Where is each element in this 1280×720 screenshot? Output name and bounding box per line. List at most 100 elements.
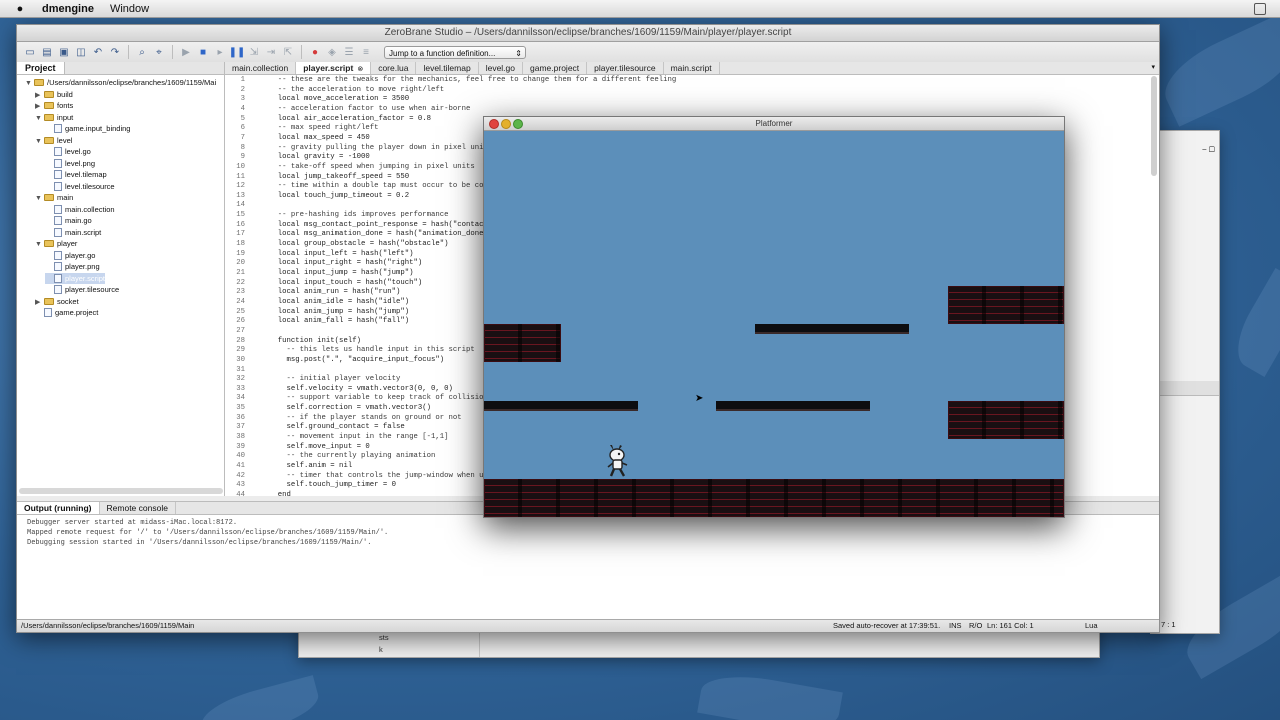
tree-file[interactable]: player.tilesource xyxy=(45,284,119,295)
variables-icon[interactable]: ≡ xyxy=(359,45,373,59)
apple-icon[interactable]: ● xyxy=(12,3,28,15)
close-tab-icon[interactable]: ⊗ xyxy=(357,66,363,73)
pause-icon[interactable]: ❚❚ xyxy=(229,45,246,59)
code-line[interactable]: -- the currently playing animation xyxy=(269,452,436,460)
game-canvas[interactable]: ➤ xyxy=(484,131,1064,517)
find-icon[interactable]: ⌕ xyxy=(135,45,149,59)
replace-icon[interactable]: ⌖ xyxy=(152,45,166,59)
editor-tab[interactable]: level.go xyxy=(479,62,524,74)
step-into-icon[interactable]: ⇲ xyxy=(247,45,261,59)
editor-scrollbar[interactable] xyxy=(1151,76,1157,176)
editor-tab[interactable]: game.project xyxy=(523,62,588,74)
editor-tab[interactable]: level.tilemap xyxy=(416,62,479,74)
stop-icon[interactable]: ■ xyxy=(196,45,210,59)
tree-file[interactable]: player.go xyxy=(45,250,95,261)
new-file-icon[interactable]: ▭ xyxy=(23,45,37,59)
jump-to-function-select[interactable]: Jump to a function definition... xyxy=(384,45,526,60)
expand-right-icon[interactable]: ▶ xyxy=(35,90,44,101)
code-line[interactable]: local input_right = hash("right") xyxy=(269,259,423,267)
editor-tab[interactable]: main.script xyxy=(664,62,720,74)
expand-down-icon[interactable]: ▼ xyxy=(35,136,44,147)
code-line[interactable]: -- gravity pulling the player down in pi… xyxy=(269,144,493,152)
code-line[interactable]: -- time within a double tap must occur t… xyxy=(269,182,493,190)
code-line[interactable]: end xyxy=(269,491,291,496)
tree-file[interactable]: main.script xyxy=(45,227,101,238)
expand-down-icon[interactable]: ▼ xyxy=(35,113,44,124)
breakpoint-icon[interactable]: ● xyxy=(308,45,322,59)
tree-file[interactable]: game.project xyxy=(35,307,98,318)
tree-folder[interactable]: ▼ main xyxy=(35,192,73,203)
code-line[interactable]: local jump_takeoff_speed = 550 xyxy=(269,173,409,181)
code-line[interactable]: local input_jump = hash("jump") xyxy=(269,269,414,277)
project-tab[interactable]: Project xyxy=(17,62,65,74)
watch-icon[interactable]: ◈ xyxy=(325,45,339,59)
zoom-window-icon[interactable] xyxy=(513,119,523,129)
code-line[interactable]: -- movement input in the range [-1,1] xyxy=(269,433,449,441)
step-out-icon[interactable]: ⇱ xyxy=(281,45,295,59)
minimize-window-icon[interactable] xyxy=(501,119,511,129)
editor-tab[interactable]: main.collection xyxy=(225,62,297,74)
tree-file[interactable]: player.png xyxy=(45,261,100,272)
background-window-right[interactable]: ⎯ ▢ 7 : 1 xyxy=(1150,130,1220,634)
redo-icon[interactable]: ↷ xyxy=(108,45,122,59)
expand-down-icon[interactable]: ▼ xyxy=(35,193,44,204)
save-icon[interactable]: ▣ xyxy=(57,45,71,59)
code-line[interactable]: self.touch_jump_timer = 0 xyxy=(269,481,397,489)
code-line[interactable]: local max_speed = 450 xyxy=(269,134,370,142)
tree-folder[interactable]: ▶ socket xyxy=(35,296,79,307)
tree-file[interactable]: player.script xyxy=(45,272,106,284)
tree-file[interactable]: level.tilemap xyxy=(45,169,107,180)
output-tab[interactable]: Remote console xyxy=(100,502,176,514)
code-line[interactable]: local anim_fall = hash("fall") xyxy=(269,317,409,325)
tree-file[interactable]: main.collection xyxy=(45,204,115,215)
tab-list-dropdown-icon[interactable]: ▾ xyxy=(1151,62,1159,74)
code-line[interactable]: local air_acceleration_factor = 0.8 xyxy=(269,115,431,123)
code-line[interactable]: -- timer that controls the jump-window w… xyxy=(269,472,493,480)
code-line[interactable]: -- the acceleration to move right/left xyxy=(269,86,444,94)
run-icon[interactable]: ▶ xyxy=(179,45,193,59)
tree-folder[interactable]: ▼ player xyxy=(35,238,77,249)
menu-app-name[interactable]: dmengine xyxy=(42,3,94,15)
expand-right-icon[interactable]: ▶ xyxy=(35,297,44,308)
code-line[interactable]: -- acceleration factor to use when air-b… xyxy=(269,105,471,113)
code-line[interactable]: self.anim = nil xyxy=(269,462,353,470)
code-line[interactable]: self.correction = vmath.vector3() xyxy=(269,404,432,412)
editor-tab[interactable]: player.tilesource xyxy=(587,62,664,74)
save-all-icon[interactable]: ◫ xyxy=(74,45,88,59)
tree-file[interactable]: game.input_binding xyxy=(45,123,130,134)
tree-file[interactable]: level.go xyxy=(45,146,91,157)
tree-file[interactable]: main.go xyxy=(45,215,92,226)
close-window-icon[interactable] xyxy=(489,119,499,129)
expand-down-icon[interactable]: ▼ xyxy=(35,239,44,250)
output-tab[interactable]: Output (running) xyxy=(17,502,100,514)
editor-tab[interactable]: core.lua xyxy=(371,62,417,74)
tree-folder[interactable]: ▶ fonts xyxy=(35,100,73,111)
code-line[interactable]: local group_obstacle = hash("obstacle") xyxy=(269,240,449,248)
tree-file[interactable]: level.png xyxy=(45,158,95,169)
code-line[interactable]: local anim_jump = hash("jump") xyxy=(269,308,409,316)
expand-right-icon[interactable]: ▶ xyxy=(35,101,44,112)
code-line[interactable]: local gravity = -1000 xyxy=(269,153,370,161)
code-line[interactable]: -- max speed right/left xyxy=(269,124,379,132)
tree-folder[interactable]: ▼ input xyxy=(35,112,73,123)
code-line[interactable]: -- if the player stands on ground or not xyxy=(269,414,462,422)
code-line[interactable]: local input_left = hash("left") xyxy=(269,250,414,258)
code-line[interactable]: local anim_idle = hash("idle") xyxy=(269,298,409,306)
code-line[interactable]: -- pre-hashing ids improves performance xyxy=(269,211,449,219)
expand-down-icon[interactable]: ▼ xyxy=(25,78,34,89)
code-line[interactable]: self.ground_contact = false xyxy=(269,423,405,431)
project-scrollbar[interactable] xyxy=(19,488,223,494)
code-line[interactable]: -- this lets us handle input in this scr… xyxy=(269,346,475,354)
code-line[interactable]: -- these are the tweaks for the mechanic… xyxy=(269,76,676,84)
menu-item-window[interactable]: Window xyxy=(110,3,149,15)
code-line[interactable]: -- take-off speed when jumping in pixel … xyxy=(269,163,475,171)
tree-folder[interactable]: ▼ /Users/dannilsson/eclipse/branches/1609… xyxy=(25,77,216,88)
open-file-icon[interactable]: ▤ xyxy=(40,45,54,59)
tree-file[interactable]: level.tilesource xyxy=(45,181,115,192)
tree-folder[interactable]: ▶ build xyxy=(35,89,73,100)
code-line[interactable]: self.velocity = vmath.vector3(0, 0, 0) xyxy=(269,385,453,393)
code-line[interactable]: local touch_jump_timeout = 0.2 xyxy=(269,192,409,200)
undo-icon[interactable]: ↶ xyxy=(91,45,105,59)
code-line[interactable]: -- initial player velocity xyxy=(269,375,401,383)
code-line[interactable]: msg.post(".", "acquire_input_focus") xyxy=(269,356,445,364)
